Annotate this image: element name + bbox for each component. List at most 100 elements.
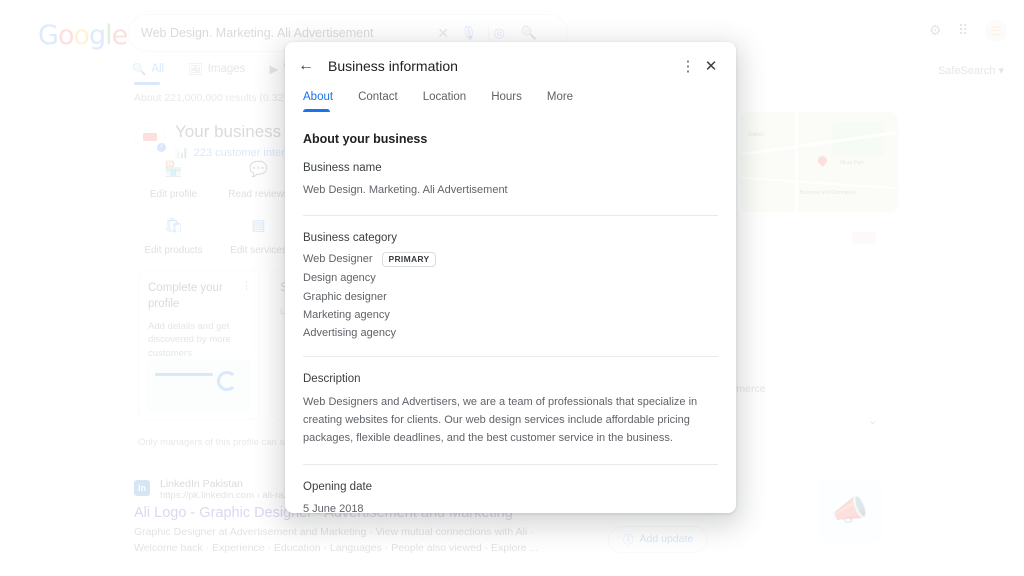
map-label: Business and Commerce (800, 190, 856, 196)
tab-contact[interactable]: Contact (358, 91, 398, 112)
tab-all[interactable]: 🔍 All (132, 62, 164, 76)
map-park-area (832, 122, 884, 156)
category-item: Graphic designer (303, 291, 718, 304)
category-label: Web Designer (303, 253, 373, 266)
verified-badge-icon: ✓ (157, 143, 166, 152)
field-business-category[interactable]: Business category Web Designer PRIMARY D… (303, 216, 718, 340)
kebab-menu-icon[interactable]: ⋮ (241, 279, 252, 292)
arrow-left-icon[interactable]: ← (298, 57, 320, 75)
logo-letter: e (111, 20, 129, 51)
safesearch-label: SafeSearch (937, 65, 996, 77)
category-item: Advertising agency (303, 327, 718, 340)
logo-letter: o (73, 20, 90, 51)
close-icon[interactable]: ✕ (700, 57, 722, 75)
business-logo: ✓ (135, 122, 166, 152)
map-pin-icon (816, 154, 829, 167)
safesearch-dropdown[interactable]: SafeSearch ▾ (938, 64, 1004, 77)
quick-action-edit-products[interactable]: 🛍 Edit products (140, 216, 207, 258)
storefront-icon: 🏪 (164, 161, 183, 178)
category-item-primary: Web Designer PRIMARY (303, 252, 718, 268)
card-complete-profile[interactable]: ⋮ Complete your profile Add details and … (138, 270, 260, 420)
tab-label: Images (207, 63, 246, 75)
card-body: Add details and get discovered by more c… (148, 321, 231, 359)
field-label: Description (303, 373, 361, 386)
quick-action-label: Edit services (230, 245, 287, 256)
field-value: Web Designers and Advertisers, we are a … (303, 396, 698, 445)
map-road (795, 112, 798, 212)
primary-badge: PRIMARY (381, 252, 437, 268)
quick-actions: 🏪 Edit profile 💬 Read reviews 🛍 Edit pro… (140, 160, 292, 258)
tab-more[interactable]: More (547, 91, 573, 112)
microphone-icon[interactable]: 🎙 (460, 25, 477, 41)
quick-action-label: Edit profile (149, 189, 198, 200)
tab-label: All (151, 63, 165, 75)
search-icon: 🔍 (132, 64, 147, 76)
card-illustration (147, 359, 251, 411)
logo-letter: o (57, 20, 75, 51)
category-item: Marketing agency (303, 309, 718, 322)
image-icon: 🖼 (188, 64, 203, 76)
dialog-body: About your business Business name Web De… (285, 112, 736, 513)
quick-action-label: Edit products (144, 245, 203, 256)
field-label: Business name (303, 162, 382, 174)
card-title: Complete your profile (148, 282, 223, 310)
category-item: Design agency (303, 272, 718, 285)
map-thumbnail[interactable]: Sialkot Mirza Park Business and Commerce (740, 112, 898, 212)
quick-action-edit-services[interactable]: ▤ Edit services (225, 216, 292, 258)
field-value: 5 June 2018 (303, 502, 364, 513)
category-list: Web Designer PRIMARY Design agency Graph… (303, 252, 718, 340)
review-chat-icon: 💬 (249, 161, 268, 178)
video-icon: ▶ (269, 64, 279, 76)
gear-icon[interactable]: ⚙ (929, 22, 942, 39)
add-update-button[interactable]: ⓘ Add update (608, 525, 709, 553)
apps-grid-icon[interactable]: ⠿ (958, 22, 968, 39)
knowledge-panel-logo (852, 232, 876, 244)
progress-ring-icon (217, 371, 237, 391)
field-value: Web Design. Marketing. Ali Advertisement (303, 184, 508, 196)
logo-letter: l (105, 20, 112, 51)
tab-images[interactable]: 🖼 Images (188, 62, 245, 76)
shopping-bag-icon: 🛍 (163, 217, 184, 234)
dialog-tabs: About Contact Location Hours More (285, 83, 736, 112)
map-label: Mirza Park (840, 160, 864, 166)
category-label: Graphic designer (303, 290, 387, 303)
map-road (740, 131, 898, 156)
avatar[interactable]: ☰ (985, 20, 1007, 42)
google-lens-icon[interactable]: ◎ (494, 25, 505, 41)
about-section-title: About your business (303, 132, 428, 146)
clear-search-icon[interactable]: ✕ (437, 25, 449, 42)
tab-location[interactable]: Location (423, 91, 466, 112)
search-icon[interactable]: 🔍 (521, 25, 537, 41)
field-label: Business category (303, 232, 397, 245)
field-description[interactable]: Description Web Designers and Advertiser… (303, 357, 718, 447)
dialog-header: ← Business information ⋮ ✕ (285, 49, 736, 83)
dialog-title: Business information (328, 58, 458, 74)
category-label: Design agency (303, 272, 376, 285)
category-label: Marketing agency (303, 308, 390, 321)
search-input[interactable]: Web Design. Marketing. Ali Advertisement (141, 26, 374, 40)
chevron-down-icon[interactable]: ⌄ (868, 414, 877, 427)
field-business-name[interactable]: Business name Web Design. Marketing. Ali… (303, 146, 718, 199)
quick-action-read-reviews[interactable]: 💬 Read reviews (225, 160, 292, 202)
linkedin-icon: in (134, 480, 150, 496)
quick-action-edit-profile[interactable]: 🏪 Edit profile (140, 160, 207, 202)
field-opening-date[interactable]: Opening date 5 June 2018 (303, 465, 718, 513)
tab-hours[interactable]: Hours (491, 91, 522, 112)
search-divider (488, 25, 489, 43)
google-logo[interactable]: Google (38, 20, 129, 51)
info-circle-icon: ⓘ (623, 533, 634, 546)
bar-chart-icon: 📊 (175, 147, 189, 159)
logo-letter: G (38, 20, 59, 51)
services-list-icon: ▤ (251, 217, 266, 234)
add-update-label: Add update (639, 533, 694, 546)
kebab-menu-icon[interactable]: ⋮ (676, 57, 700, 75)
result-snippet: Graphic Designer at Advertisement and Ma… (134, 526, 539, 554)
business-information-dialog: ← Business information ⋮ ✕ About Contact… (285, 42, 736, 513)
category-label: Advertising agency (303, 326, 396, 339)
active-tab-underline (134, 82, 160, 85)
field-label: Opening date (303, 480, 373, 493)
megaphone-icon: 📣 (818, 478, 882, 542)
map-road (740, 176, 898, 190)
quick-action-label: Read reviews (228, 189, 289, 200)
map-label: Sialkot (748, 132, 764, 138)
